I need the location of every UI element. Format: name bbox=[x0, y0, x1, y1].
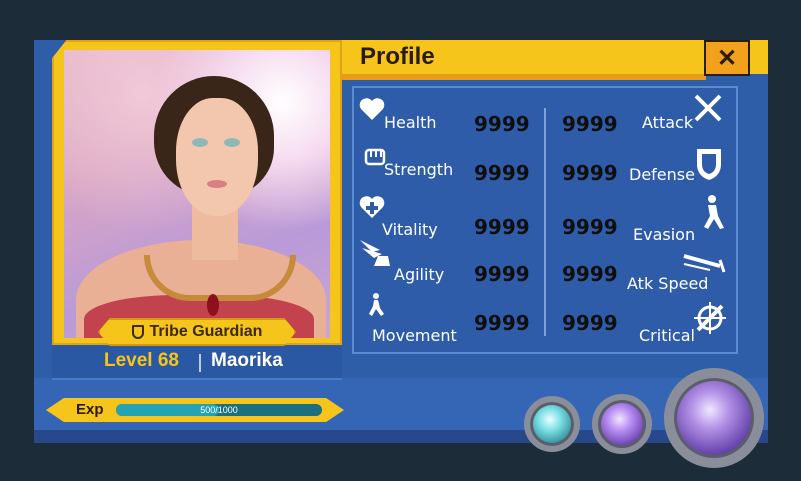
stat-value-movement: 9999 bbox=[474, 311, 530, 335]
shield-icon bbox=[697, 149, 721, 180]
title-badge: Tribe Guardian bbox=[98, 318, 296, 346]
portrait-lips bbox=[207, 180, 227, 188]
character-portrait bbox=[64, 50, 330, 338]
stat-label-evasion: Evasion bbox=[633, 225, 696, 244]
purple-orb-large-button[interactable] bbox=[664, 368, 764, 468]
stat-value-agility: 9999 bbox=[474, 262, 530, 286]
portrait-eye-left bbox=[192, 138, 208, 147]
character-name: Maorika bbox=[211, 350, 283, 371]
violet-orb-button[interactable] bbox=[592, 394, 652, 454]
title-stripe bbox=[340, 74, 706, 80]
badge-shield-icon bbox=[131, 325, 144, 339]
exp-label: Exp bbox=[76, 401, 104, 418]
stat-label-defense: Defense bbox=[629, 165, 695, 184]
character-level: Level 68 bbox=[104, 350, 179, 371]
running-figure-icon bbox=[369, 293, 384, 316]
stat-label-health: Health bbox=[384, 113, 437, 132]
portrait-necklace bbox=[144, 255, 296, 301]
stat-label-atk-speed: Atk Speed bbox=[627, 274, 709, 293]
name-underline bbox=[52, 378, 342, 380]
portrait-eye-right bbox=[224, 138, 240, 147]
stat-value-health: 9999 bbox=[474, 112, 530, 136]
stat-value-critical: 9999 bbox=[562, 311, 618, 335]
stat-value-defense: 9999 bbox=[562, 161, 618, 185]
stat-label-critical: Critical bbox=[639, 326, 695, 345]
dodging-figure-icon bbox=[704, 195, 724, 229]
stat-value-evasion: 9999 bbox=[562, 215, 618, 239]
stat-value-attack: 9999 bbox=[562, 112, 618, 136]
name-separator bbox=[199, 354, 201, 372]
name-row bbox=[52, 346, 342, 378]
speed-sword-icon bbox=[683, 254, 726, 273]
page-title: Profile bbox=[360, 43, 435, 70]
winged-boot-icon bbox=[360, 240, 390, 266]
character-title: Tribe Guardian bbox=[149, 323, 263, 340]
stat-label-movement: Movement bbox=[372, 326, 457, 345]
heart-icon bbox=[359, 98, 385, 120]
stat-label-strength: Strength bbox=[384, 160, 454, 179]
stat-label-agility: Agility bbox=[394, 265, 445, 284]
stats-divider bbox=[544, 108, 546, 336]
cyan-orb-button[interactable] bbox=[524, 396, 580, 452]
stat-value-strength: 9999 bbox=[474, 161, 530, 185]
heart-plus-icon bbox=[359, 196, 385, 218]
stat-value-vitality: 9999 bbox=[474, 215, 530, 239]
crossed-swords-icon bbox=[694, 94, 722, 122]
stat-label-attack: Attack bbox=[642, 113, 694, 132]
exp-value: 500/1000 bbox=[200, 405, 238, 415]
close-button[interactable]: ✕ bbox=[704, 40, 750, 76]
crosshair-sword-icon bbox=[694, 302, 726, 334]
portrait-face bbox=[176, 98, 258, 216]
stat-value-atk-speed: 9999 bbox=[562, 262, 618, 286]
bottom-band-shadow bbox=[34, 430, 768, 443]
close-icon: ✕ bbox=[716, 44, 738, 72]
portrait-gem bbox=[207, 294, 219, 316]
